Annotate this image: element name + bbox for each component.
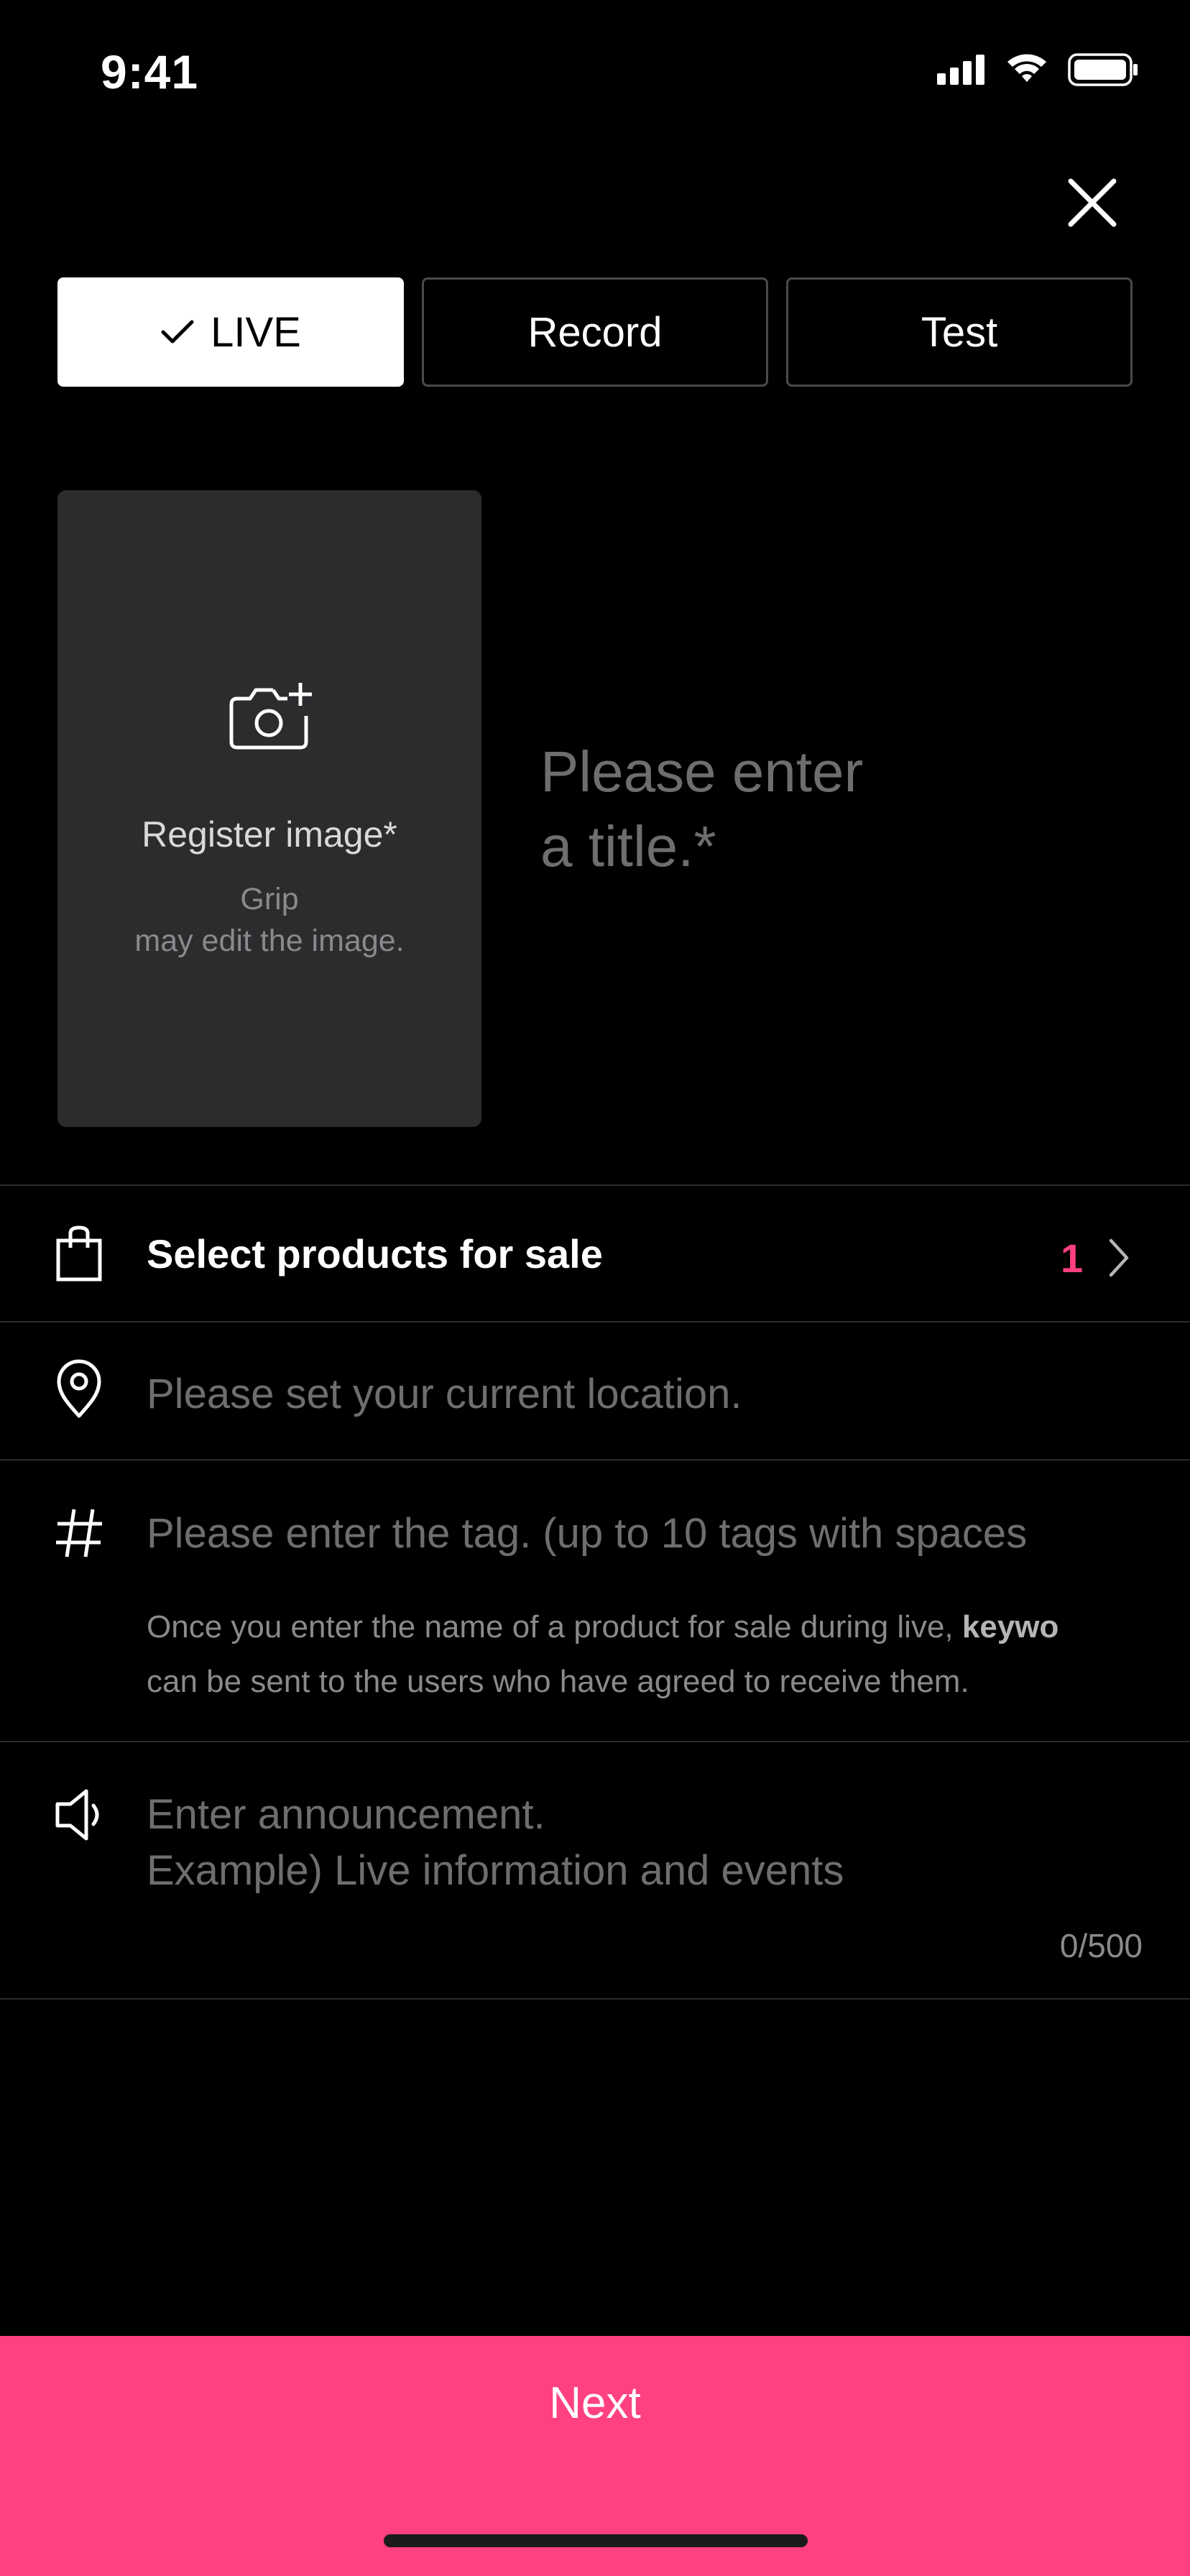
hashtag-icon xyxy=(55,1508,105,1562)
register-image-hint-line1: Grip xyxy=(240,882,299,916)
close-button[interactable] xyxy=(1064,174,1121,231)
location-input: Please set your current location. xyxy=(147,1371,742,1417)
signal-icon xyxy=(937,55,984,85)
tab-test-label: Test xyxy=(921,308,998,356)
home-indicator xyxy=(384,2534,808,2547)
register-image-label: Register image* xyxy=(142,814,397,855)
tab-live-label: LIVE xyxy=(211,308,301,356)
announcement-char-counter: 0/500 xyxy=(1059,1927,1143,1964)
chevron-right-icon xyxy=(1107,1238,1131,1282)
battery-icon xyxy=(1068,53,1138,86)
tab-live[interactable]: LIVE xyxy=(57,277,404,387)
register-image-hint-line2: may edit the image. xyxy=(134,924,405,958)
mode-tabs: LIVE Record Test xyxy=(57,277,1133,387)
products-count-badge: 1 xyxy=(1061,1236,1084,1281)
tab-record-label: Record xyxy=(527,308,663,356)
close-icon xyxy=(1068,178,1117,227)
wifi-icon xyxy=(1007,54,1046,82)
location-pin-icon xyxy=(55,1358,103,1422)
select-products-row[interactable]: Select products for sale 1 xyxy=(0,1186,1190,1321)
tab-test[interactable]: Test xyxy=(786,277,1133,387)
title-input[interactable]: Please enter a title.* xyxy=(540,735,900,884)
tag-hint: Once you enter the name of a product for… xyxy=(147,1600,1190,1709)
announcement-input[interactable]: Enter announcement. Example) Live inform… xyxy=(147,1787,844,1899)
status-time: 9:41 xyxy=(101,45,199,98)
location-row[interactable]: Please set your current location. xyxy=(0,1322,1190,1459)
shopping-bag-icon xyxy=(55,1225,103,1286)
divider xyxy=(0,1998,1190,2000)
checkmark-icon xyxy=(160,318,195,346)
tag-hint-line2: can be sent to the users who have agreed… xyxy=(147,1664,969,1699)
register-image-button[interactable]: Register image* Grip may edit the image. xyxy=(57,490,481,1127)
status-bar: 9:41 xyxy=(0,0,1190,144)
register-image-hint: Grip may edit the image. xyxy=(57,878,481,962)
status-icons xyxy=(937,52,1138,88)
megaphone-icon xyxy=(55,1788,105,1845)
tag-hint-bold: keywo xyxy=(961,1609,1059,1644)
next-button-label: Next xyxy=(549,2378,641,2428)
tab-record[interactable]: Record xyxy=(422,277,768,387)
select-products-label: Select products for sale xyxy=(147,1231,603,1276)
camera-add-icon xyxy=(229,681,313,754)
tag-hint-text: Once you enter the name of a product for… xyxy=(147,1609,962,1644)
tag-input[interactable]: Please enter the tag. (up to 10 tags wit… xyxy=(147,1509,1190,1558)
